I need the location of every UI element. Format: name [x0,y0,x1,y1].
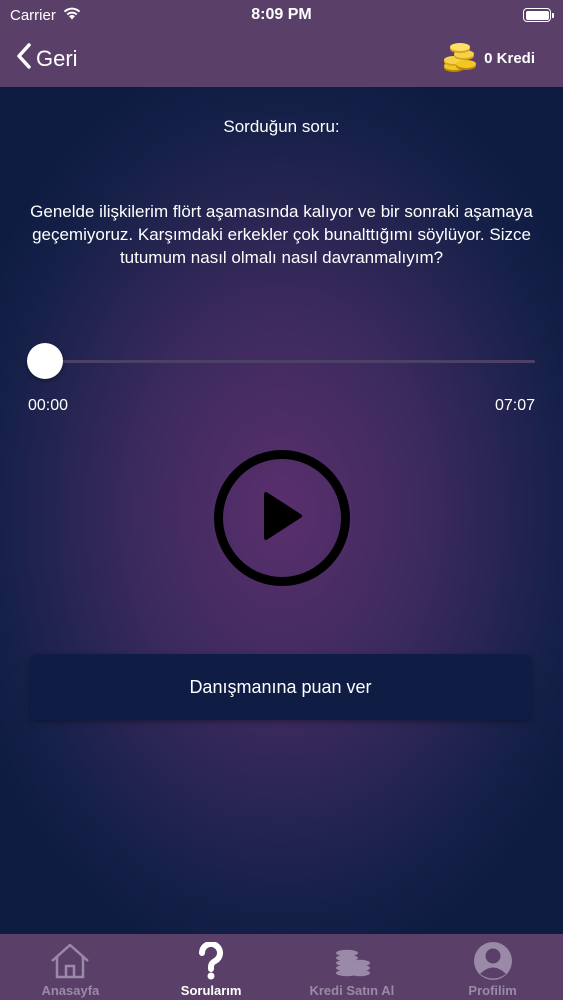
tab-questions[interactable]: Sorularım [141,934,282,1000]
nav-bar: Geri 0 Kredi [0,30,563,87]
slider-thumb[interactable] [27,343,63,379]
question-text: Genelde ilişkilerim flört aşamasında kal… [30,202,533,267]
credit-label: 0 Kredi [484,50,535,67]
slider-track [28,360,535,363]
home-icon [49,941,91,981]
play-button[interactable] [214,450,350,586]
tab-profile[interactable]: Profilim [422,934,563,1000]
battery-icon [523,8,554,22]
main-content: Sorduğun soru: Genelde ilişkilerim flört… [0,87,563,934]
current-time: 00:00 [28,397,69,414]
tab-buy-credit-label: Kredi Satın Al [309,983,395,998]
carrier-label: Carrier [10,6,56,24]
question-label: Sorduğun soru: [223,117,340,136]
rate-advisor-button[interactable]: Danışmanına puan ver [30,654,531,720]
tab-profile-label: Profilim [468,983,517,998]
tab-bar: Anasayfa Sorularım Kredi Satın Al Profil… [0,934,563,1000]
status-bar: Carrier 8:09 PM [0,0,563,30]
back-label: Geri [36,45,78,71]
audio-progress-slider[interactable] [27,343,535,379]
status-time: 8:09 PM [251,6,312,23]
tab-home-label: Anasayfa [41,983,100,998]
coins-stack-icon [331,941,373,981]
coins-icon [442,40,478,78]
total-time: 07:07 [494,397,535,414]
profile-icon [473,941,513,981]
credit-indicator[interactable]: 0 Kredi [442,40,535,78]
tab-buy-credit[interactable]: Kredi Satın Al [282,934,423,1000]
tab-home[interactable]: Anasayfa [0,934,141,1000]
play-icon [260,491,304,546]
chevron-left-icon [16,42,32,75]
question-mark-icon [196,941,226,981]
status-left: Carrier [10,6,82,24]
wifi-icon [62,6,82,24]
back-button[interactable]: Geri [16,42,78,75]
tab-questions-label: Sorularım [180,983,242,998]
